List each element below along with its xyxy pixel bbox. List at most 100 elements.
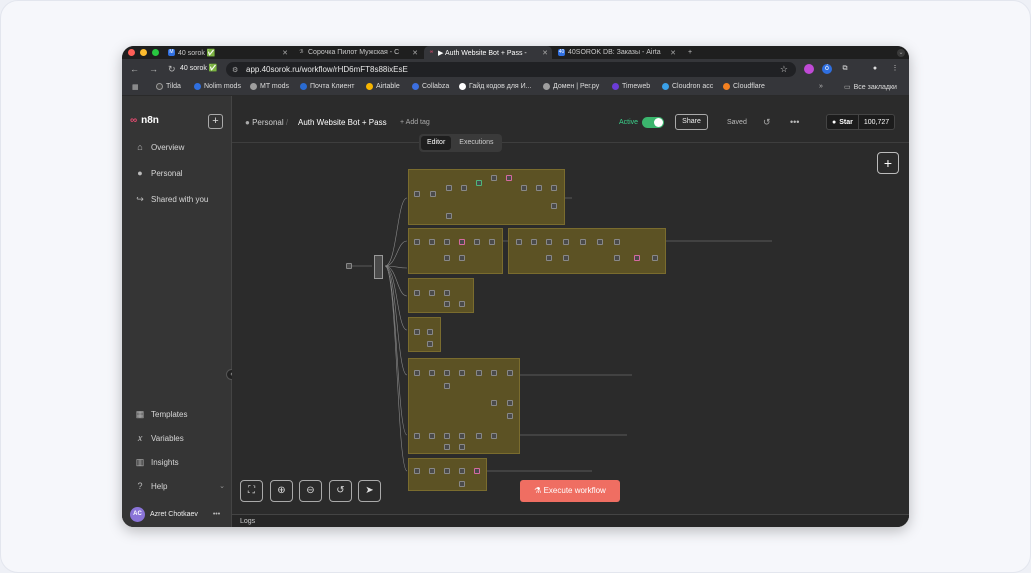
workflow-node[interactable] — [459, 433, 465, 439]
extension-icon[interactable] — [804, 64, 814, 74]
sidebar-item-insights[interactable]: ▥ Insights — [135, 457, 179, 468]
bookmark-item[interactable]: Почта Клиент — [300, 83, 354, 90]
workflow-node[interactable] — [459, 444, 465, 450]
workflow-node[interactable] — [414, 329, 420, 335]
workflow-node[interactable] — [491, 175, 497, 181]
selection-mode-button[interactable]: ➤ — [358, 480, 381, 502]
workflow-node[interactable] — [429, 370, 435, 376]
more-icon[interactable]: ••• — [790, 117, 799, 127]
tab-executions[interactable]: Executions — [453, 136, 499, 150]
workflow-node[interactable] — [521, 185, 527, 191]
workflow-node[interactable] — [459, 301, 465, 307]
workflow-node[interactable] — [507, 400, 513, 406]
apps-grid-icon[interactable]: ▦ — [132, 83, 139, 91]
sidebar-item-shared[interactable]: ↪ Shared with you — [135, 194, 208, 205]
switch-node[interactable] — [374, 255, 383, 279]
sticky-note[interactable] — [508, 228, 666, 274]
browser-tab[interactable]: M 40 sorok ✅ ✕ — [168, 46, 288, 59]
all-bookmarks[interactable]: ▭ Все закладки — [844, 83, 897, 92]
bookmark-item[interactable]: Nolim mods — [194, 83, 241, 90]
workflow-node[interactable] — [444, 301, 450, 307]
workflow-node[interactable] — [430, 191, 436, 197]
workflow-name[interactable]: Auth Website Bot + Pass — [298, 118, 387, 127]
workflow-node[interactable] — [580, 239, 586, 245]
bookmark-item[interactable]: Collabza — [412, 83, 449, 90]
workflow-node[interactable] — [429, 433, 435, 439]
reset-zoom-button[interactable]: ↺ — [329, 480, 352, 502]
extensions-puzzle-icon[interactable]: ⧉ — [840, 64, 850, 74]
workflow-canvas[interactable]: + ⛶ ⊕ ⊖ ↺ ➤ ⚗ Execute workflow — [232, 143, 909, 514]
fit-view-button[interactable]: ⛶ — [240, 480, 263, 502]
workflow-node[interactable] — [446, 213, 452, 219]
user-menu[interactable]: AC Azret Chotkaev ••• — [130, 507, 220, 522]
add-node-button[interactable]: + — [877, 152, 899, 174]
workflow-node[interactable] — [652, 255, 658, 261]
workflow-node[interactable] — [546, 255, 552, 261]
tab-editor[interactable]: Editor — [421, 136, 452, 150]
site-info-icon[interactable]: ⚙ — [232, 66, 238, 74]
minimize-window-icon[interactable] — [140, 49, 147, 56]
workflow-node[interactable] — [444, 444, 450, 450]
workflow-node[interactable] — [459, 370, 465, 376]
workflow-node[interactable] — [551, 185, 557, 191]
close-tab-icon[interactable]: ✕ — [542, 49, 548, 57]
tab-search-icon[interactable]: ⌄ — [897, 49, 905, 57]
close-tab-icon[interactable]: ✕ — [282, 49, 288, 57]
sidebar-item-templates[interactable]: ▦ Templates — [135, 409, 188, 420]
logs-panel[interactable]: Logs — [232, 514, 909, 527]
workflow-node[interactable] — [491, 370, 497, 376]
workflow-node[interactable] — [634, 255, 640, 261]
workflow-node[interactable] — [597, 239, 603, 245]
browser-menu-icon[interactable]: ⋮ — [890, 64, 900, 74]
workflow-node[interactable] — [459, 481, 465, 487]
workflow-node[interactable] — [614, 239, 620, 245]
workflow-node[interactable] — [444, 383, 450, 389]
zoom-in-button[interactable]: ⊕ — [270, 480, 293, 502]
close-window-icon[interactable] — [128, 49, 135, 56]
site-chip[interactable]: 40 sorok ✅ — [180, 64, 218, 72]
workflow-node[interactable] — [429, 290, 435, 296]
sticky-note[interactable] — [408, 228, 503, 274]
workflow-node[interactable] — [427, 329, 433, 335]
workflow-node[interactable] — [516, 239, 522, 245]
sidebar-item-variables[interactable]: 𝑥 Variables — [135, 433, 183, 444]
workflow-node[interactable] — [444, 433, 450, 439]
workflow-node[interactable] — [474, 468, 480, 474]
workflow-node[interactable] — [429, 239, 435, 245]
create-button[interactable]: + — [208, 114, 223, 129]
new-tab-icon[interactable]: + — [688, 46, 700, 59]
workflow-node[interactable] — [459, 468, 465, 474]
workflow-node[interactable] — [414, 290, 420, 296]
workflow-node[interactable] — [429, 468, 435, 474]
workflow-node[interactable] — [489, 239, 495, 245]
back-icon[interactable]: ← — [130, 64, 139, 74]
workflow-node[interactable] — [414, 468, 420, 474]
sticky-note[interactable] — [408, 458, 487, 491]
browser-tab[interactable]: ℬ Сорочка Пилот Мужская - С ✕ — [298, 46, 418, 59]
bookmark-item[interactable]: Airtable — [366, 83, 400, 90]
more-bookmarks-icon[interactable]: » — [819, 83, 823, 90]
bookmark-item[interactable]: Cloudflare — [723, 83, 765, 90]
extension-icon[interactable]: ó — [822, 64, 832, 74]
add-tag-button[interactable]: + Add tag — [400, 119, 430, 126]
breadcrumb[interactable]: ● Personal / — [245, 118, 288, 127]
workflow-node[interactable] — [563, 255, 569, 261]
workflow-node[interactable] — [614, 255, 620, 261]
maximize-window-icon[interactable] — [152, 49, 159, 56]
workflow-node[interactable] — [444, 239, 450, 245]
active-toggle[interactable] — [642, 117, 664, 128]
workflow-node[interactable] — [446, 185, 452, 191]
workflow-node[interactable] — [414, 433, 420, 439]
bookmark-item[interactable]: Timeweb — [612, 83, 650, 90]
workflow-node[interactable] — [491, 433, 497, 439]
workflow-node[interactable] — [476, 433, 482, 439]
workflow-node[interactable] — [507, 370, 513, 376]
workflow-node[interactable] — [507, 413, 513, 419]
bookmark-star-icon[interactable]: ☆ — [780, 64, 788, 75]
profile-icon[interactable]: ● — [870, 64, 880, 74]
close-tab-icon[interactable]: ✕ — [670, 49, 676, 57]
more-icon[interactable]: ••• — [213, 511, 220, 518]
workflow-node[interactable] — [536, 185, 542, 191]
workflow-node[interactable] — [459, 239, 465, 245]
workflow-node[interactable] — [551, 203, 557, 209]
